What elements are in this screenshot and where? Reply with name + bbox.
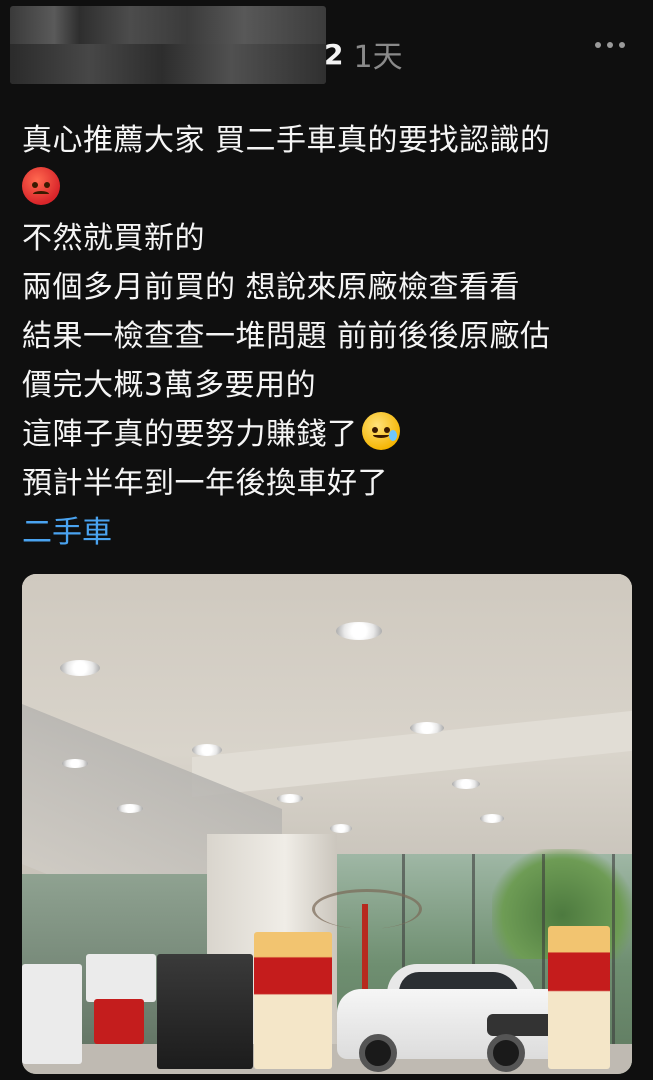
post-photo[interactable] xyxy=(22,574,632,1074)
ceiling-light xyxy=(480,814,504,823)
white-suv xyxy=(337,964,577,1072)
ceiling-light xyxy=(62,759,88,768)
smiling-face-with-tear-icon xyxy=(361,412,400,450)
post-meta: 2 1天 xyxy=(324,34,403,76)
ceiling-light xyxy=(410,722,444,734)
ceiling-light xyxy=(452,779,480,789)
post-line-5: 價完大概3萬多要用的 xyxy=(22,368,317,403)
post-line-6: 這陣子真的要努力賺錢了 xyxy=(22,410,632,459)
post-line-6-text: 這陣子真的要努力賺錢了 xyxy=(22,417,358,452)
ceiling-light xyxy=(336,622,382,640)
post-line-7: 預計半年到一年後換車好了 xyxy=(22,466,388,501)
promo-standee-left xyxy=(254,932,332,1069)
promo-standee-right xyxy=(548,926,610,1069)
reply-count: 2 xyxy=(324,37,344,71)
tire-display-poster xyxy=(157,954,253,1069)
ceiling-light xyxy=(60,660,100,676)
post-line-1: 真心推薦大家 買二手車真的要找認識的 xyxy=(22,123,551,158)
post-line-2: 不然就買新的 xyxy=(22,221,205,256)
display-sign-white xyxy=(86,954,156,1002)
ceiling-light xyxy=(117,804,143,813)
ceiling-light xyxy=(192,744,222,756)
topic-tag-link[interactable]: 二手車 xyxy=(22,508,632,557)
display-sign-red xyxy=(94,999,144,1044)
post-header: 2 1天 xyxy=(0,0,653,100)
post-line-3: 兩個多月前買的 想說來原廠檢查看看 xyxy=(22,270,521,305)
post-line-4: 結果一檢查查一堆問題 前前後後原廠估 xyxy=(22,319,551,354)
blurred-author-avatar-and-name[interactable] xyxy=(10,6,326,84)
ceiling-light xyxy=(330,824,352,833)
post-body: 真心推薦大家 買二手車真的要找認識的 不然就買新的 兩個多月前買的 想說來原廠檢… xyxy=(22,116,632,557)
timestamp: 1天 xyxy=(353,40,403,75)
ceiling-light xyxy=(277,794,303,803)
left-display-stand xyxy=(22,964,82,1064)
more-options-icon[interactable] xyxy=(595,42,625,48)
post-line-emoji xyxy=(22,165,632,214)
angry-face-icon xyxy=(22,167,60,205)
